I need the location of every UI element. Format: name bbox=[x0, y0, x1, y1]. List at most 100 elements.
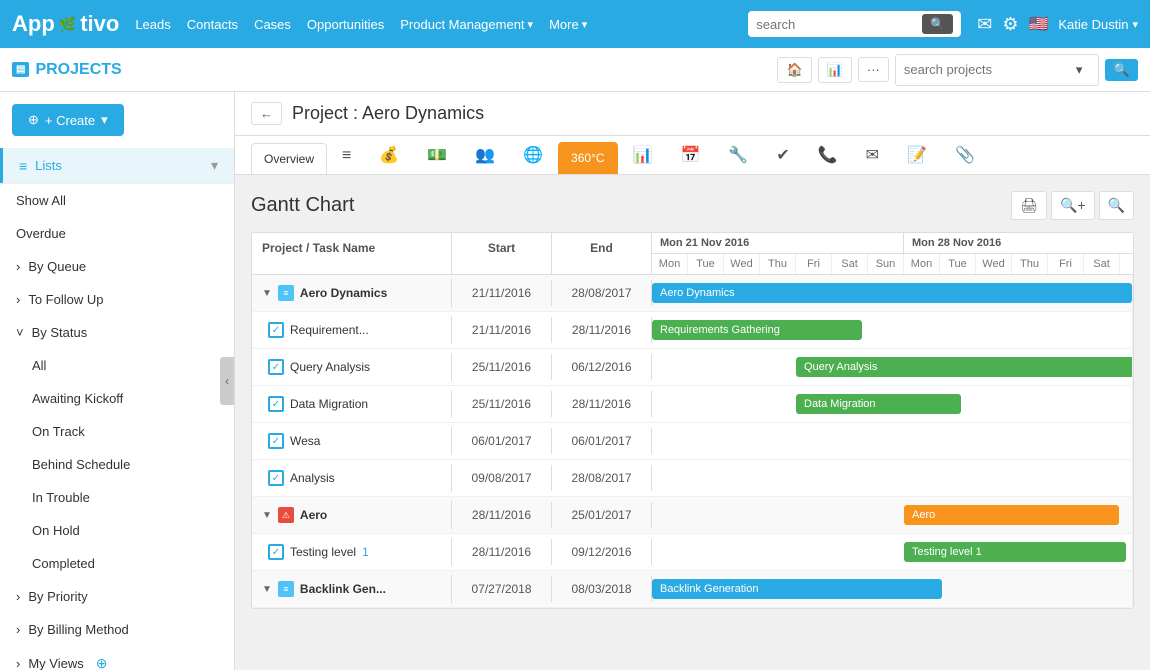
testing-level1-link[interactable]: 1 bbox=[362, 545, 369, 559]
gantt-day-tue1: Tue bbox=[688, 254, 724, 274]
gantt-start-backlink-gen: 07/27/2018 bbox=[452, 576, 552, 602]
dots-button[interactable]: ··· bbox=[858, 57, 889, 82]
expand-aero[interactable]: ▼ bbox=[262, 510, 272, 521]
back-button[interactable]: ← bbox=[251, 102, 282, 125]
sidebar-item-show-all[interactable]: Show All bbox=[0, 184, 234, 217]
gantt-end-aero: 25/01/2017 bbox=[552, 502, 652, 528]
my-views-add-icon[interactable]: ⊕ bbox=[96, 655, 108, 670]
tab-reports[interactable]: 📊 bbox=[620, 136, 666, 174]
user-menu[interactable]: Katie Dustin ▾ bbox=[1058, 17, 1138, 32]
project-toolbar: 🏠 📊 ··· ▾ 🔍 bbox=[777, 54, 1138, 86]
wesa-checkbox[interactable]: ✓ bbox=[268, 433, 284, 449]
gantt-row-requirement: ✓ Requirement... 21/11/2016 28/11/2016 R… bbox=[252, 312, 1133, 349]
tab-checklist[interactable]: ✔ bbox=[763, 136, 802, 174]
expand-aero-dynamics[interactable]: ▼ bbox=[262, 288, 272, 299]
gantt-bar-analysis bbox=[652, 460, 1133, 496]
gantt-day-thu2: Thu bbox=[1012, 254, 1048, 274]
sidebar-item-on-hold[interactable]: On Hold bbox=[0, 514, 234, 547]
tab-calendar[interactable]: 📅 bbox=[667, 136, 713, 174]
wesa-label: Wesa bbox=[290, 434, 320, 448]
gantt-day-thu1: Thu bbox=[760, 254, 796, 274]
sidebar-item-lists[interactable]: ≡ Lists ▾ bbox=[0, 148, 234, 183]
gantt-row-wesa: ✓ Wesa 06/01/2017 06/01/2017 bbox=[252, 423, 1133, 460]
lists-dropdown-icon: ▾ bbox=[211, 157, 218, 174]
query-analysis-checkbox[interactable]: ✓ bbox=[268, 359, 284, 375]
tab-attachments[interactable]: 📎 bbox=[942, 136, 988, 174]
testing-level1-checkbox[interactable]: ✓ bbox=[268, 544, 284, 560]
create-button[interactable]: ⊕ + Create ▾ bbox=[12, 104, 124, 136]
gantt-start-wesa: 06/01/2017 bbox=[452, 428, 552, 454]
tab-overview[interactable]: Overview bbox=[251, 143, 327, 175]
aero-icon: ⚠ bbox=[278, 507, 294, 523]
chart-button[interactable]: 📊 bbox=[818, 57, 852, 83]
project-search-button[interactable]: 🔍 bbox=[1105, 59, 1138, 81]
tab-calls[interactable]: 📞 bbox=[805, 136, 851, 174]
tab-email[interactable]: ✉ bbox=[853, 136, 892, 174]
sidebar-item-in-trouble[interactable]: In Trouble bbox=[0, 481, 234, 514]
sidebar-item-to-follow-up[interactable]: To Follow Up bbox=[0, 283, 234, 316]
nav-more[interactable]: More ▾ bbox=[549, 17, 587, 32]
gantt-end-backlink-gen: 08/03/2018 bbox=[552, 576, 652, 602]
gantt-zoom-in-button[interactable]: 🔍+ bbox=[1051, 191, 1095, 220]
nav-cases[interactable]: Cases bbox=[254, 17, 291, 32]
sidebar-item-by-priority[interactable]: By Priority bbox=[0, 580, 234, 613]
requirement-checkbox[interactable]: ✓ bbox=[268, 322, 284, 338]
tab-billing[interactable]: 💰 bbox=[366, 136, 412, 174]
project-search-input[interactable] bbox=[904, 62, 1064, 77]
sidebar-item-by-status[interactable]: By Status bbox=[0, 316, 234, 349]
inbox-icon[interactable]: ✉ bbox=[977, 14, 992, 35]
nav-opportunities[interactable]: Opportunities bbox=[307, 17, 384, 32]
gantt-task-query-analysis: ✓ Query Analysis bbox=[252, 353, 452, 381]
gantt-bar-requirement: Requirements Gathering bbox=[652, 312, 1133, 348]
sidebar-item-all[interactable]: All bbox=[0, 349, 234, 382]
gantt-row-query-analysis: ✓ Query Analysis 25/11/2016 06/12/2016 Q… bbox=[252, 349, 1133, 386]
sidebar-item-completed[interactable]: Completed bbox=[0, 547, 234, 580]
nav-contacts[interactable]: Contacts bbox=[187, 17, 238, 32]
analysis-label: Analysis bbox=[290, 471, 335, 485]
nav-leads[interactable]: Leads bbox=[135, 17, 170, 32]
tab-money[interactable]: 💵 bbox=[414, 136, 460, 174]
gantt-day-wed2: Wed bbox=[976, 254, 1012, 274]
bar-aero: Aero bbox=[904, 505, 1119, 525]
tab-notes[interactable]: 📝 bbox=[894, 136, 940, 174]
data-migration-checkbox[interactable]: ✓ bbox=[268, 396, 284, 412]
backlink-gen-icon: ≡ bbox=[278, 581, 294, 597]
tab-tasklist[interactable]: ≡ bbox=[329, 138, 364, 174]
logo-text: App bbox=[12, 11, 55, 37]
global-search: 🔍 bbox=[748, 11, 961, 37]
sidebar-item-by-billing[interactable]: By Billing Method bbox=[0, 613, 234, 646]
tab-globe[interactable]: 🌐 bbox=[510, 136, 556, 174]
home-button[interactable]: 🏠 bbox=[777, 57, 811, 83]
bar-testing-level1: Testing level 1 bbox=[904, 542, 1126, 562]
gantt-print-button[interactable]: 🖨 bbox=[1011, 191, 1047, 220]
gantt-zoom-out-button[interactable]: 🔍 bbox=[1099, 191, 1134, 220]
analysis-checkbox[interactable]: ✓ bbox=[268, 470, 284, 486]
sidebar-item-on-track[interactable]: On Track bbox=[0, 415, 234, 448]
gantt-row-aero-dynamics: ▼ ≡ Aero Dynamics 21/11/2016 28/08/2017 … bbox=[252, 275, 1133, 312]
sidebar-item-my-views[interactable]: My Views ⊕ bbox=[0, 646, 234, 670]
gantt-start-data-migration: 25/11/2016 bbox=[452, 391, 552, 417]
sidebar-item-awaiting-kickoff[interactable]: Awaiting Kickoff bbox=[0, 382, 234, 415]
project-header: ← Project : Aero Dynamics bbox=[235, 92, 1150, 136]
sidebar-item-behind-schedule[interactable]: Behind Schedule bbox=[0, 448, 234, 481]
gantt-week-2: Mon 28 Nov 2016 bbox=[904, 233, 1133, 253]
expand-backlink-gen[interactable]: ▼ bbox=[262, 584, 272, 595]
sidebar-item-overdue[interactable]: Overdue bbox=[0, 217, 234, 250]
gantt-task-backlink-gen: ▼ ≡ Backlink Gen... bbox=[252, 575, 452, 603]
gantt-end-testing-level1: 09/12/2016 bbox=[552, 539, 652, 565]
gantt-days-row: Mon Tue Wed Thu Fri Sat Sun Mon Tue Wed … bbox=[652, 254, 1133, 274]
sidebar-item-by-queue[interactable]: By Queue bbox=[0, 250, 234, 283]
connections-icon[interactable]: ⚙ bbox=[1002, 14, 1018, 35]
project-search-dropdown[interactable]: ▾ bbox=[1068, 58, 1091, 82]
aero-dynamics-label: Aero Dynamics bbox=[300, 286, 387, 300]
project-title: ▤ PROJECTS bbox=[12, 61, 122, 79]
sidebar-collapse-handle[interactable]: ‹ bbox=[220, 357, 234, 405]
tab-360[interactable]: 360°C bbox=[558, 142, 618, 174]
tab-team[interactable]: 👥 bbox=[462, 136, 508, 174]
global-search-button[interactable]: 🔍 bbox=[922, 14, 953, 34]
nav-product-mgmt[interactable]: Product Management ▾ bbox=[400, 17, 533, 32]
bar-data-migration: Data Migration bbox=[796, 394, 961, 414]
gantt-bar-backlink-gen: Backlink Generation bbox=[652, 571, 1133, 607]
tab-tools[interactable]: 🔧 bbox=[715, 136, 761, 174]
global-search-input[interactable] bbox=[756, 17, 916, 32]
